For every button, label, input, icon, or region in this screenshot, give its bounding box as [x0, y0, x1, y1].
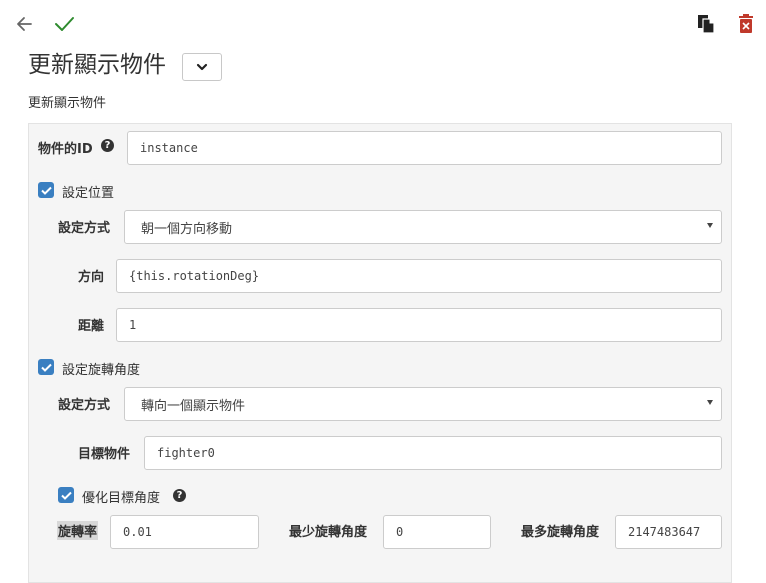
- set-rotation-label: 設定旋轉角度: [62, 363, 141, 378]
- object-id-label: 物件的ID: [38, 142, 93, 157]
- rotation-rate-input[interactable]: 0.01: [110, 515, 259, 549]
- target-object-input[interactable]: fighter0: [144, 436, 722, 470]
- min-rotation-input[interactable]: 0: [383, 515, 491, 549]
- min-rotation-value: 0: [396, 525, 404, 539]
- chevron-down-icon: [196, 63, 208, 71]
- max-rotation-label: 最多旋轉角度: [521, 525, 600, 540]
- set-position-checkbox[interactable]: [38, 182, 54, 198]
- optimize-angle-checkbox[interactable]: [58, 487, 74, 503]
- distance-label: 距離: [78, 319, 105, 334]
- position-method-value: 朝一個方向移動: [141, 221, 233, 237]
- target-object-value: fighter0: [157, 446, 215, 460]
- set-position-label: 設定位置: [62, 186, 115, 201]
- check-icon: [60, 491, 72, 500]
- copy-icon: [698, 15, 715, 34]
- arrow-left-icon: [17, 17, 32, 31]
- min-rotation-label: 最少旋轉角度: [289, 525, 368, 540]
- trash-icon: [739, 14, 753, 33]
- caret-down-icon: [707, 400, 713, 405]
- max-rotation-input[interactable]: 2147483647: [615, 515, 722, 549]
- rotation-rate-label: 旋轉率: [57, 521, 99, 540]
- title-dropdown-button[interactable]: [182, 53, 222, 81]
- optimize-angle-label: 優化目標角度: [82, 491, 161, 506]
- position-method-label: 設定方式: [58, 221, 111, 236]
- copy-button[interactable]: [694, 12, 718, 36]
- caret-down-icon: [707, 223, 713, 228]
- max-rotation-value: 2147483647: [628, 525, 701, 539]
- confirm-button[interactable]: [52, 12, 76, 36]
- distance-input[interactable]: 1: [116, 308, 722, 342]
- set-rotation-checkbox[interactable]: [38, 359, 54, 375]
- delete-button[interactable]: [735, 12, 757, 36]
- help-icon[interactable]: ?: [173, 489, 186, 502]
- target-object-label: 目標物件: [78, 447, 131, 462]
- check-icon: [55, 17, 74, 31]
- settings-panel: [28, 123, 732, 583]
- position-method-select[interactable]: 朝一個方向移動: [124, 210, 722, 244]
- direction-value: {this.rotationDeg}: [129, 269, 260, 283]
- back-button[interactable]: [12, 12, 36, 36]
- object-id-value: instance: [140, 141, 198, 155]
- rotation-method-select[interactable]: 轉向一個顯示物件: [124, 387, 722, 421]
- page-subtitle: 更新顯示物件: [28, 96, 107, 111]
- check-icon: [40, 186, 52, 195]
- rotation-rate-value: 0.01: [123, 525, 152, 539]
- direction-input[interactable]: {this.rotationDeg}: [116, 259, 722, 293]
- page-title: 更新顯示物件: [28, 52, 166, 78]
- check-icon: [40, 363, 52, 372]
- rotation-method-label: 設定方式: [58, 398, 111, 413]
- help-icon[interactable]: ?: [101, 139, 114, 152]
- object-id-input[interactable]: instance: [127, 131, 722, 165]
- distance-value: 1: [129, 318, 137, 332]
- direction-label: 方向: [78, 270, 105, 285]
- rotation-method-value: 轉向一個顯示物件: [141, 398, 246, 414]
